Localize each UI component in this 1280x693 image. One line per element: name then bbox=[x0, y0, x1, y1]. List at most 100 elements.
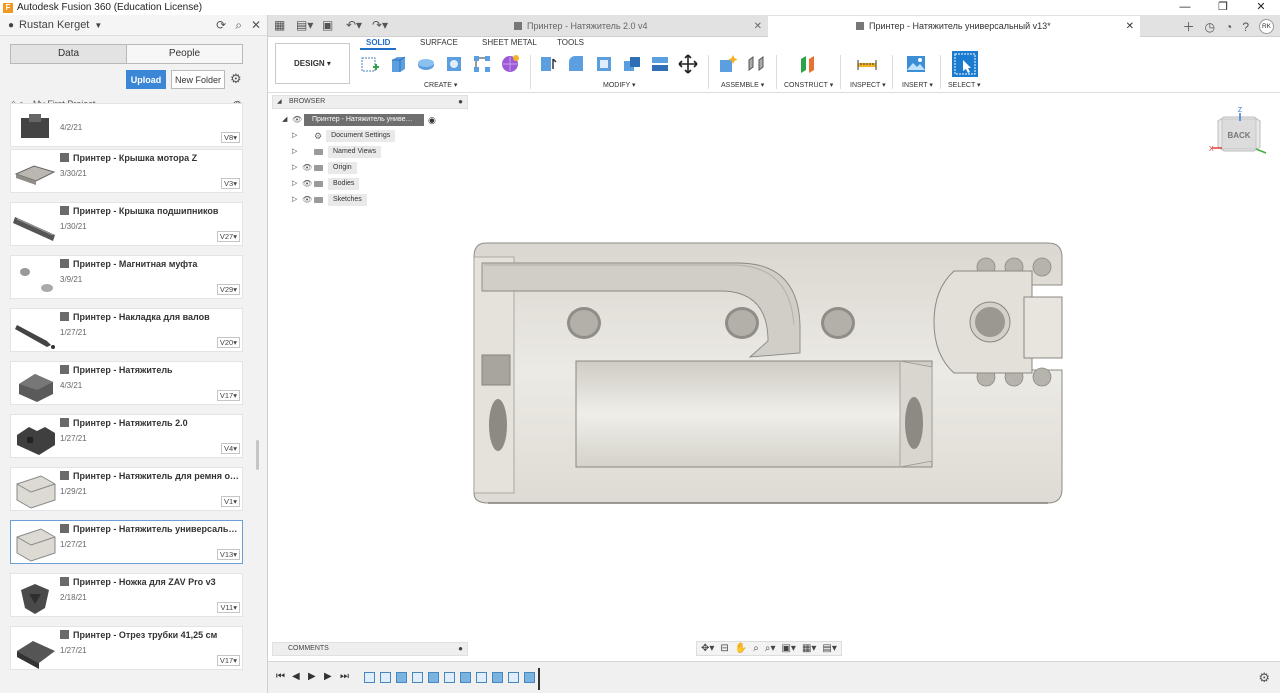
new-component-icon[interactable] bbox=[718, 54, 738, 74]
tab-solid[interactable]: SOLID bbox=[360, 38, 397, 50]
viewcube[interactable]: BACK Z X bbox=[1208, 107, 1272, 157]
fillet-icon[interactable] bbox=[566, 54, 586, 74]
browser-node[interactable]: ▷ 👁 Sketches bbox=[292, 193, 367, 207]
comments-panel[interactable]: COMMENTS ● bbox=[272, 642, 468, 656]
file-card[interactable]: Принтер - Магнитная муфта 3/9/21 V29▾ bbox=[10, 255, 243, 299]
version-badge[interactable]: V3▾ bbox=[221, 178, 240, 189]
joint-icon[interactable] bbox=[746, 54, 766, 74]
timeline-feature[interactable] bbox=[460, 672, 471, 683]
timeline-feature[interactable] bbox=[428, 672, 439, 683]
assemble-menu[interactable]: ASSEMBLE ▾ bbox=[721, 81, 764, 89]
radio-active-icon[interactable]: ◉ bbox=[428, 113, 436, 127]
version-badge[interactable]: V11▾ bbox=[217, 602, 240, 613]
scrollbar[interactable] bbox=[256, 440, 259, 470]
clock-icon[interactable]: ◷ bbox=[1205, 20, 1215, 34]
timeline-settings-icon[interactable]: ⚙ bbox=[1258, 670, 1270, 686]
search-icon[interactable]: ⌕ bbox=[235, 18, 242, 33]
file-card[interactable]: 4/2/21 V8▾ bbox=[10, 103, 243, 147]
eye-icon[interactable]: 👁 bbox=[302, 193, 314, 207]
shell-icon[interactable] bbox=[594, 54, 614, 74]
browser-node[interactable]: ▷·Named Views bbox=[292, 145, 382, 159]
fit-icon[interactable]: ⌕▾ bbox=[765, 643, 776, 654]
workspace-switcher[interactable]: DESIGN ▾ bbox=[275, 43, 350, 84]
inspect-menu[interactable]: INSPECT ▾ bbox=[850, 81, 886, 89]
version-badge[interactable]: V8▾ bbox=[221, 132, 240, 143]
timeline-feature[interactable] bbox=[524, 672, 535, 683]
viewports-icon[interactable]: ▤▾ bbox=[822, 643, 836, 654]
collapse-icon[interactable]: ◢ bbox=[282, 113, 292, 127]
revolve-icon[interactable] bbox=[416, 54, 436, 74]
tab-surface[interactable]: SURFACE bbox=[420, 38, 458, 47]
file-card[interactable]: Принтер - Натяжитель для ремня ос... 1/29… bbox=[10, 467, 243, 511]
version-badge[interactable]: V17▾ bbox=[216, 390, 240, 401]
step-forward-icon[interactable]: ▶ bbox=[324, 671, 332, 682]
file-card[interactable]: Принтер - Натяжитель универсальн... 1/27/… bbox=[10, 520, 243, 564]
file-card[interactable]: Принтер - Отрез трубки 41,25 см 1/27/21 V1… bbox=[10, 626, 243, 670]
tab-tools[interactable]: TOOLS bbox=[557, 38, 584, 47]
file-card[interactable]: Принтер - Натяжитель 4/3/21 V17▾ bbox=[10, 361, 243, 405]
undo-icon[interactable]: ↶▾ bbox=[346, 18, 362, 32]
file-card[interactable]: Принтер - Натяжитель 2.0 1/27/21 V4▾ bbox=[10, 414, 243, 458]
close-panel-icon[interactable]: ✕ bbox=[251, 18, 261, 33]
add-comment-icon[interactable]: ● bbox=[458, 643, 463, 655]
timeline-feature[interactable] bbox=[396, 672, 407, 683]
expand-icon[interactable]: ▷ bbox=[292, 145, 302, 159]
timeline-feature[interactable] bbox=[508, 672, 519, 683]
pattern-icon[interactable] bbox=[472, 54, 492, 74]
timeline-feature[interactable] bbox=[476, 672, 487, 683]
close-icon[interactable]: ✕ bbox=[1242, 0, 1280, 15]
file-card[interactable]: Принтер - Крышка мотора Z 3/30/21 V3▾ bbox=[10, 149, 243, 193]
create-sketch-icon[interactable] bbox=[360, 54, 380, 74]
move-icon[interactable] bbox=[678, 54, 698, 74]
version-badge[interactable]: V1▾ bbox=[221, 496, 240, 507]
new-tab-icon[interactable]: ＋ bbox=[1183, 18, 1195, 35]
modify-menu[interactable]: MODIFY ▾ bbox=[603, 81, 636, 89]
minimize-icon[interactable]: — bbox=[1166, 0, 1204, 15]
tab-sheet-metal[interactable]: SHEET METAL bbox=[482, 38, 537, 47]
select-menu[interactable]: SELECT ▾ bbox=[948, 81, 981, 89]
display-settings-icon[interactable]: ▣▾ bbox=[781, 643, 795, 654]
eye-icon[interactable]: 👁 bbox=[302, 161, 314, 175]
file-icon[interactable]: ▤▾ bbox=[296, 18, 313, 32]
create-menu[interactable]: CREATE ▾ bbox=[424, 81, 457, 89]
timeline-feature[interactable] bbox=[444, 672, 455, 683]
pan-icon[interactable]: ✋ bbox=[735, 643, 747, 654]
version-badge[interactable]: V13▾ bbox=[216, 549, 240, 560]
combine-icon[interactable] bbox=[622, 54, 642, 74]
version-badge[interactable]: V27▾ bbox=[216, 231, 240, 242]
restore-icon[interactable]: ❐ bbox=[1204, 0, 1242, 15]
browser-root-component[interactable]: ◢ 👁 Принтер - Натяжитель универс... ◉ bbox=[282, 113, 436, 127]
timeline-feature[interactable] bbox=[364, 672, 375, 683]
help-icon[interactable]: ? bbox=[1242, 20, 1249, 34]
save-icon[interactable]: ▣ bbox=[322, 18, 333, 32]
browser-node[interactable]: ▷ 👁 Bodies bbox=[292, 177, 360, 191]
offset-plane-icon[interactable] bbox=[798, 54, 818, 74]
eye-icon[interactable]: 👁 bbox=[302, 177, 314, 191]
bell-icon[interactable]: ◔ bbox=[1225, 20, 1232, 34]
split-body-icon[interactable] bbox=[650, 54, 670, 74]
canvas-viewport[interactable]: BROWSER ● ◢ 👁 Принтер - Натяжитель универ… bbox=[268, 93, 1280, 661]
browser-node[interactable]: ▷·⚙Document Settings bbox=[292, 129, 396, 143]
redo-icon[interactable]: ↷▾ bbox=[372, 18, 388, 32]
timeline-feature[interactable] bbox=[412, 672, 423, 683]
refresh-icon[interactable]: ⟳ bbox=[216, 18, 226, 33]
pin-icon[interactable]: ● bbox=[458, 96, 463, 108]
timeline-feature[interactable] bbox=[380, 672, 391, 683]
press-pull-icon[interactable] bbox=[538, 54, 558, 74]
eye-icon[interactable]: 👁 bbox=[292, 113, 304, 127]
grid-menu-icon[interactable]: ▦ bbox=[274, 18, 285, 32]
close-tab-icon[interactable]: ✕ bbox=[1126, 16, 1134, 37]
timeline-feature[interactable] bbox=[492, 672, 503, 683]
timeline-marker[interactable] bbox=[538, 668, 540, 690]
upload-button[interactable]: Upload bbox=[126, 70, 166, 89]
file-card[interactable]: Принтер - Ножка для ZAV Pro v3 2/18/21 V11… bbox=[10, 573, 243, 617]
file-card[interactable]: Принтер - Накладка для валов 1/27/21 V20▾ bbox=[10, 308, 243, 352]
extrude-icon[interactable] bbox=[388, 54, 408, 74]
grid-settings-icon[interactable]: ▦▾ bbox=[802, 643, 816, 654]
gear-icon[interactable]: ⚙ bbox=[230, 71, 242, 87]
doc-tab-tensioner-universal[interactable]: Принтер - Натяжитель универсальный v13* … bbox=[768, 16, 1140, 37]
file-card[interactable]: Принтер - Крышка подшипников 1/30/21 V27▾ bbox=[10, 202, 243, 246]
insert-menu[interactable]: INSERT ▾ bbox=[902, 81, 933, 89]
version-badge[interactable]: V17▾ bbox=[216, 655, 240, 666]
version-badge[interactable]: V29▾ bbox=[216, 284, 240, 295]
